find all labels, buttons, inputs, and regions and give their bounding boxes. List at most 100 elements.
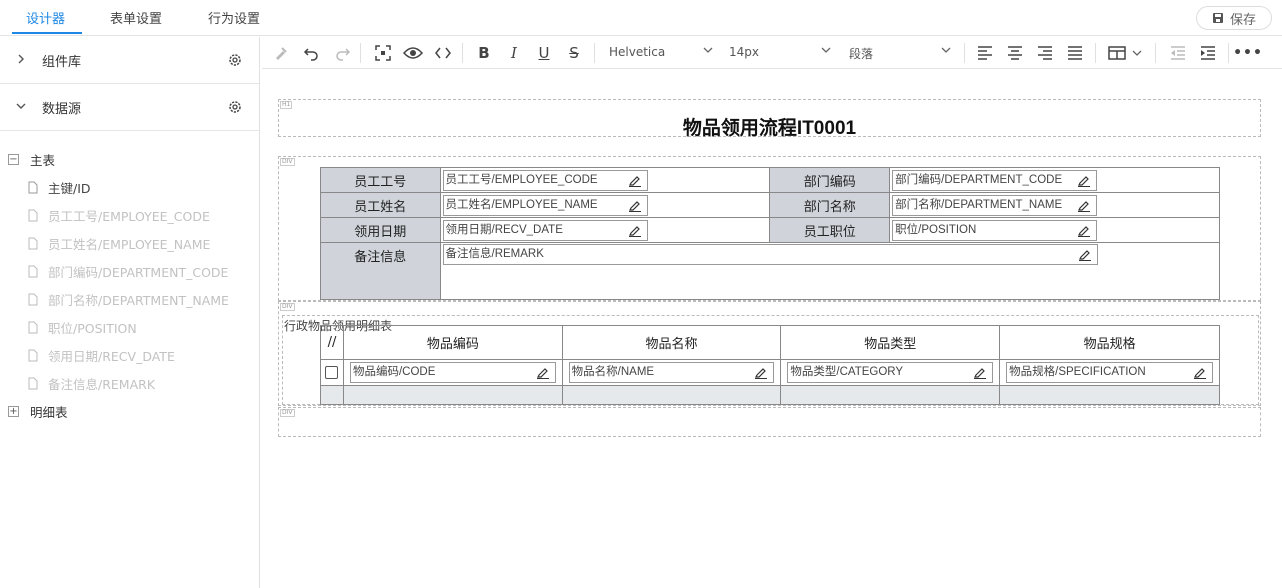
left-panel: 组件库 数据源 − 主表 主键/ID 员工工号/EMPLOYEE_CODE 员工… [0,37,260,588]
gear-icon[interactable] [227,99,243,115]
strikethrough-icon[interactable]: S [563,42,585,64]
tree-field-label: 部门名称/DEPARTMENT_NAME [48,292,229,308]
edit-pencil-icon[interactable] [1078,224,1091,237]
department-name-field[interactable]: 部门名称/DEPARTMENT_NAME [892,194,1098,216]
gear-icon[interactable] [227,52,243,68]
field-label: 备注信息 [320,242,441,300]
detail-table: // 物品编码 物品名称 物品类型 物品规格 物品编码/CODE 物品名称/NA… [320,325,1220,405]
field-placeholder: 职位/POSITION [895,223,977,236]
edit-pencil-icon[interactable] [1078,248,1091,261]
item-category-field[interactable]: 物品类型/CATEGORY [787,362,994,383]
item-code-field[interactable]: 物品编码/CODE [349,362,556,383]
table-icon[interactable] [1106,42,1128,64]
tab-designer[interactable]: 设计器 [26,8,65,27]
employee-code-field[interactable]: 员工工号/EMPLOYEE_CODE [442,169,648,191]
edit-pencil-icon[interactable] [1078,199,1091,212]
edit-pencil-icon[interactable] [974,366,987,379]
detail-cell: 物品规格/SPECIFICATION [999,359,1220,386]
italic-icon[interactable]: I [503,42,525,64]
field-cell: 员工工号/EMPLOYEE_CODE [439,167,771,193]
column-header: 物品类型 [780,325,1001,360]
format-painter-icon[interactable] [270,42,292,64]
preview-eye-icon[interactable] [402,42,424,64]
align-center-icon[interactable] [1004,42,1026,64]
field-label: 领用日期 [320,217,441,243]
tree-field-item[interactable]: 职位/POSITION [0,313,259,341]
title-block[interactable]: H1 物品领用流程IT0001 [278,99,1261,139]
field-cell: 员工姓名/EMPLOYEE_NAME [439,192,771,218]
edit-pencil-icon[interactable] [536,366,549,379]
tree-field-item[interactable]: 员工工号/EMPLOYEE_CODE [0,201,259,229]
edit-pencil-icon[interactable] [1078,174,1091,187]
expand-icon[interactable]: + [8,405,19,417]
column-header: 物品规格 [999,325,1220,360]
field-label: 部门编码 [769,167,891,193]
datasource-header[interactable]: 数据源 [0,84,259,131]
edit-pencil-icon[interactable] [628,224,641,237]
block-format-select[interactable]: 段落 [849,45,873,62]
fullscreen-icon[interactable] [372,42,394,64]
field-placeholder: 备注信息/REMARK [445,248,544,260]
field-placeholder: 员工工号/EMPLOYEE_CODE [445,173,598,186]
remark-field[interactable]: 备注信息/REMARK [442,244,1098,265]
tree-field-label: 备注信息/REMARK [48,376,156,392]
component-library-label: 组件库 [42,54,82,70]
toolbar-divider [1228,43,1229,63]
detail-cell: 物品名称/NAME [561,359,782,386]
form-row: 领用日期 领用日期/RECV_DATE 员工职位 职位/POSITION [320,217,1220,243]
item-name-field[interactable]: 物品名称/NAME [568,362,775,383]
bold-icon[interactable]: B [473,42,495,64]
detail-footer-row [320,385,1220,405]
field-cell: 部门编码/DEPARTMENT_CODE [889,167,1220,193]
field-label: 员工职位 [769,217,891,243]
row-checkbox[interactable] [325,366,339,379]
tree-field-item[interactable]: 领用日期/RECV_DATE [0,341,259,369]
font-size-select[interactable]: 14px [729,45,759,59]
item-spec-field[interactable]: 物品规格/SPECIFICATION [1006,362,1213,383]
file-icon [28,349,38,361]
position-field[interactable]: 职位/POSITION [892,219,1098,241]
tab-behavior-settings[interactable]: 行为设置 [208,8,260,27]
redo-icon[interactable] [332,42,354,64]
file-icon [28,321,38,333]
toolbar-divider [1095,43,1096,63]
department-code-field[interactable]: 部门编码/DEPARTMENT_CODE [892,169,1098,191]
align-left-icon[interactable] [974,42,996,64]
edit-pencil-icon[interactable] [1194,366,1206,379]
tree-node-main-table[interactable]: − 主表 [0,145,259,173]
tree-field-item[interactable]: 备注信息/REMARK [0,369,259,397]
edit-pencil-icon[interactable] [628,199,641,212]
save-button[interactable]: 保存 [1196,6,1272,30]
undo-icon[interactable] [300,42,322,64]
div-tag: DIV [280,158,295,166]
component-library-header[interactable]: 组件库 [0,37,259,84]
tree-field-item[interactable]: 主键/ID [0,173,259,201]
indent-icon[interactable] [1197,42,1219,64]
field-placeholder: 领用日期/RECV_DATE [445,223,563,236]
tree-field-item[interactable]: 部门编码/DEPARTMENT_CODE [0,257,259,285]
employee-name-field[interactable]: 员工姓名/EMPLOYEE_NAME [442,194,648,216]
active-tab-indicator [12,32,82,34]
empty-block[interactable]: DIV [278,407,1261,437]
font-family-select[interactable]: Helvetica [609,45,665,59]
tree-field-item[interactable]: 部门名称/DEPARTMENT_NAME [0,285,259,313]
outdent-icon[interactable] [1167,42,1189,64]
toolbar-divider [594,43,595,63]
tree-node-detail-table[interactable]: + 明细表 [0,397,259,425]
collapse-icon[interactable]: − [8,153,19,165]
edit-pencil-icon[interactable] [755,366,768,379]
recv-date-field[interactable]: 领用日期/RECV_DATE [442,219,648,241]
field-placeholder: 物品编码/CODE [352,366,436,378]
edit-pencil-icon[interactable] [628,174,641,187]
tree-field-item[interactable]: 员工姓名/EMPLOYEE_NAME [0,229,259,257]
detail-header-row: // 物品编码 物品名称 物品类型 物品规格 [320,325,1220,360]
source-code-icon[interactable] [432,42,454,64]
underline-icon[interactable]: U [533,42,555,64]
field-cell: 职位/POSITION [889,217,1220,243]
tab-form-settings[interactable]: 表单设置 [110,8,162,27]
more-options-icon[interactable]: ••• [1233,42,1262,64]
align-justify-icon[interactable] [1064,42,1086,64]
align-right-icon[interactable] [1034,42,1056,64]
field-label: 员工姓名 [320,192,441,218]
detail-table-label: 明细表 [30,404,68,420]
